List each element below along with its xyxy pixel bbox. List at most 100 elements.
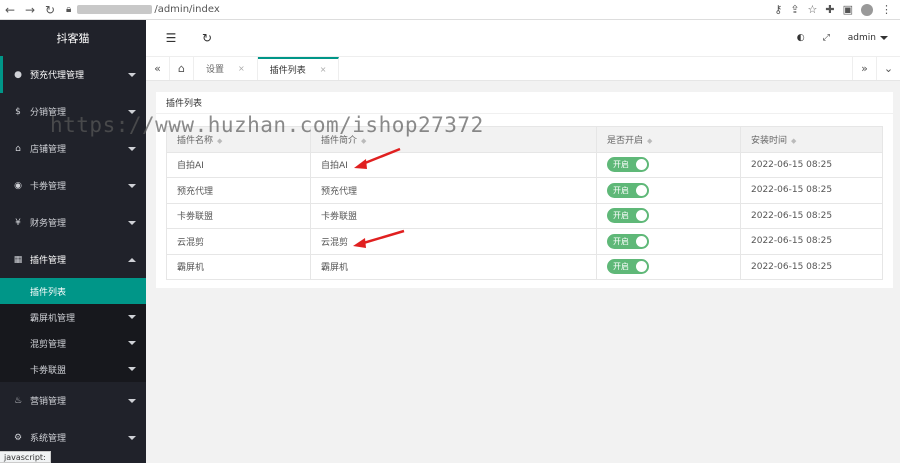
toggle-knob: [636, 184, 647, 196]
browser-toolbar: ← → ↻ 🔒︎ /admin/index ⚷ ⇪ ☆ ✚ ▣ ⋮: [0, 0, 900, 20]
sidebar-subitem-coupon-alliance[interactable]: 卡劵联盟: [0, 356, 146, 382]
table-row: 预充代理 预充代理 开启 2022-06-15 08:25: [166, 177, 883, 204]
table-row: 卡劵联盟 卡劵联盟 开启 2022-06-15 08:25: [166, 202, 883, 229]
url-path: /admin/index: [154, 4, 220, 15]
key-icon[interactable]: ⚷: [774, 3, 782, 16]
sidebar-item-label: 插件列表: [30, 287, 67, 298]
cell-name: 自拍AI: [166, 151, 311, 178]
sidebar-item-label: 财务管理: [30, 219, 67, 229]
share-icon[interactable]: ⇪: [790, 3, 799, 16]
fullscreen-icon[interactable]: ⤢: [823, 33, 830, 43]
sidebar-item-label: 混剪管理: [30, 339, 67, 350]
menu-dots-icon[interactable]: ⋮: [881, 3, 892, 16]
user-menu[interactable]: admin: [848, 33, 888, 43]
sidebar-item-label: 卡劵管理: [30, 182, 67, 192]
sort-icon[interactable]: ◆: [647, 137, 652, 145]
cell-intro: 卡劵联盟: [310, 202, 597, 229]
toggle-knob: [636, 210, 647, 222]
cell-name: 霸屏机: [166, 253, 311, 280]
settings-icon: ⚙: [13, 432, 23, 443]
plugin-icon: ▦: [13, 254, 23, 265]
col-header-install-time[interactable]: 安装时间 ◆: [740, 126, 883, 153]
app-logo[interactable]: 抖客猫: [0, 20, 146, 56]
sidebar-item-label: 卡劵联盟: [30, 365, 67, 376]
address-bar[interactable]: 🔒︎ /admin/index: [66, 2, 766, 18]
chevron-up-icon: [128, 257, 136, 262]
cell-status: 开启: [596, 202, 741, 229]
cell-intro: 霸屏机: [310, 253, 597, 280]
chevron-down-icon: [128, 146, 136, 151]
star-icon[interactable]: ☆: [808, 3, 818, 16]
cell-time: 2022-06-15 08:25: [740, 228, 883, 255]
user-name: admin: [847, 33, 876, 43]
enable-toggle[interactable]: 开启: [607, 208, 649, 224]
sidebar-item-label: 预充代理管理: [30, 71, 85, 81]
cell-name: 预充代理: [166, 177, 311, 204]
sidebar-item-label: 霸屏机管理: [30, 313, 76, 324]
shop-icon: ⌂: [15, 143, 21, 154]
tab-plugin-list[interactable]: 插件列表 ×: [257, 57, 340, 80]
home-tab-icon[interactable]: ⌂: [170, 57, 194, 80]
sort-icon[interactable]: ◆: [361, 137, 366, 145]
sidebar-item-agent[interactable]: ● 预充代理管理: [0, 56, 146, 93]
fire-icon: ♨: [13, 395, 23, 406]
chevron-down-icon: [128, 220, 136, 225]
chevron-down-icon: [128, 398, 136, 403]
close-icon[interactable]: ×: [238, 64, 245, 73]
tabs-scroll-left-icon[interactable]: «: [146, 57, 170, 80]
annotation-arrow-icon: [354, 147, 401, 169]
chevron-down-icon: [128, 367, 136, 371]
enable-toggle[interactable]: 开启: [607, 233, 649, 249]
sidebar-subitem-mix-cut[interactable]: 混剪管理: [0, 330, 146, 356]
sidebar-item-finance[interactable]: ¥ 财务管理: [0, 204, 146, 241]
chevron-down-icon: [128, 315, 136, 319]
extensions-icon[interactable]: ✚: [825, 3, 834, 16]
collapse-sidebar-icon[interactable]: ☰: [160, 27, 182, 49]
close-icon[interactable]: ×: [320, 65, 327, 74]
sidebar-item-label: 插件管理: [30, 256, 67, 266]
sidebar-item-plugin[interactable]: ▦ 插件管理: [0, 241, 146, 278]
reload-icon[interactable]: ↻: [40, 0, 60, 20]
sidebar-item-coupon[interactable]: ◉ 卡劵管理: [0, 167, 146, 204]
profile-avatar[interactable]: [861, 3, 873, 16]
card-title: 插件列表: [156, 92, 893, 114]
chevron-down-icon: [128, 435, 136, 440]
sidepanel-icon[interactable]: ▣: [843, 3, 853, 16]
ticket-icon: ◉: [14, 180, 22, 191]
sort-icon[interactable]: ◆: [217, 137, 222, 145]
tabs-scroll-right-icon[interactable]: »: [852, 57, 876, 80]
toggle-knob: [636, 235, 647, 247]
col-header-enabled[interactable]: 是否开启 ◆: [596, 126, 741, 153]
cell-name: 卡劵联盟: [166, 202, 311, 229]
toggle-knob: [636, 159, 647, 171]
table-row: 霸屏机 霸屏机 开启 2022-06-15 08:25: [166, 253, 883, 280]
browser-status-tip: javascript:: [0, 451, 51, 463]
forward-arrow-icon[interactable]: →: [20, 0, 40, 20]
chevron-down-icon: [128, 72, 136, 77]
tab-label: 设置: [206, 65, 225, 75]
sidebar-item-label: 营销管理: [30, 397, 67, 407]
cell-name: 云混剪: [166, 228, 311, 255]
sidebar-item-label: 店铺管理: [30, 145, 67, 155]
watermark-text: https://www.huzhan.com/ishop27372: [50, 113, 484, 137]
toggle-knob: [636, 261, 647, 273]
enable-toggle[interactable]: 开启: [607, 157, 649, 173]
sidebar-subitem-plugin-list[interactable]: 插件列表: [0, 278, 146, 304]
tab-bar: « ⌂ 设置 × 插件列表 × » ⌄: [146, 57, 900, 81]
cell-status: 开启: [596, 177, 741, 204]
theme-icon[interactable]: ◐: [797, 33, 805, 43]
cell-time: 2022-06-15 08:25: [740, 177, 883, 204]
plugin-submenu: 插件列表 霸屏机管理 混剪管理 卡劵联盟: [0, 278, 146, 382]
refresh-icon[interactable]: ↻: [196, 27, 218, 49]
sidebar-item-marketing[interactable]: ♨ 营销管理: [0, 382, 146, 419]
enable-toggle[interactable]: 开启: [607, 259, 649, 275]
tab-label: 插件列表: [269, 66, 306, 76]
back-arrow-icon[interactable]: ←: [0, 0, 20, 20]
tabs-menu-chevron-icon[interactable]: ⌄: [876, 57, 900, 80]
cell-status: 开启: [596, 228, 741, 255]
sidebar-subitem-screen-machine[interactable]: 霸屏机管理: [0, 304, 146, 330]
enable-toggle[interactable]: 开启: [607, 182, 649, 198]
user-icon: ●: [14, 69, 22, 80]
tab-settings[interactable]: 设置 ×: [194, 57, 258, 80]
sort-icon[interactable]: ◆: [791, 137, 796, 145]
